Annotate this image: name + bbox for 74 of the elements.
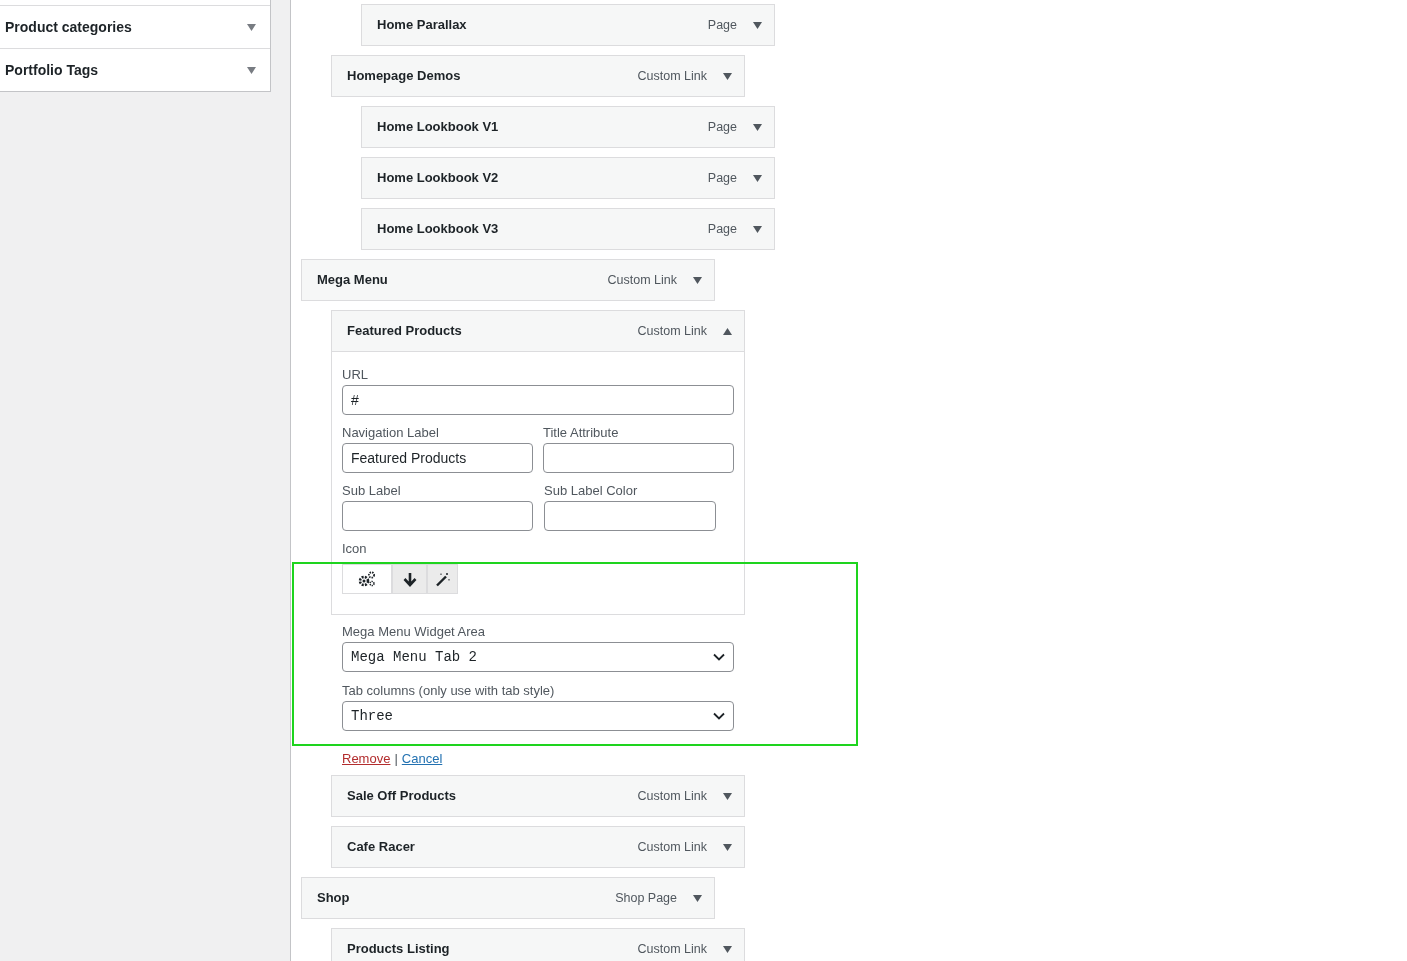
item-title: Cafe Racer [347, 838, 415, 857]
item-title: Home Lookbook V3 [377, 220, 499, 239]
toggle-arrow-icon[interactable] [723, 945, 732, 953]
menu-item-bar[interactable]: Home Lookbook V2 Page [361, 157, 775, 199]
item-type: Custom Link [637, 322, 707, 340]
select-field[interactable]: Three [342, 701, 734, 731]
item-type: Custom Link [637, 67, 707, 85]
down-arrow-icon [402, 571, 417, 587]
item-type: Custom Link [607, 271, 677, 289]
remove-link[interactable]: Remove [342, 751, 391, 767]
text-input[interactable]: Featured Products [342, 443, 533, 473]
magic-wand-icon [435, 571, 450, 587]
toggle-arrow-icon[interactable] [247, 23, 256, 31]
magic-wand-button[interactable] [427, 564, 458, 594]
item-title: Featured Products [347, 322, 462, 341]
download-arrow-button[interactable] [392, 564, 427, 594]
cancel-link[interactable]: Cancel [401, 751, 443, 767]
item-type: Custom Link [637, 940, 707, 958]
text-input[interactable] [543, 443, 734, 473]
gears-icon [358, 571, 376, 587]
toggle-arrow-icon[interactable] [723, 72, 732, 80]
item-type: Page [707, 220, 737, 238]
section-title[interactable]: Product categories [5, 16, 132, 38]
item-type: Page [707, 169, 737, 187]
item-title: Sale Off Products [347, 787, 457, 806]
text-input[interactable] [342, 501, 533, 531]
separator: | [394, 751, 398, 767]
section-title[interactable]: Portfolio Tags [5, 59, 99, 81]
toggle-arrow-icon[interactable] [247, 66, 256, 74]
menu-item-bar[interactable]: Cafe Racer Custom Link [331, 826, 745, 868]
menu-item-bar[interactable]: Featured Products Custom Link [331, 310, 745, 352]
icon-picker-button[interactable] [342, 564, 392, 594]
chevron-icon [713, 653, 725, 661]
item-title: Home Lookbook V2 [377, 169, 499, 188]
toggle-arrow-icon[interactable] [693, 894, 702, 902]
item-title: Shop [317, 889, 350, 908]
item-type: Page [707, 118, 737, 136]
item-title: Home Lookbook V1 [377, 118, 499, 137]
item-type: Page [707, 16, 737, 34]
select-field[interactable]: Mega Menu Tab 2 [342, 642, 734, 672]
text-input[interactable]: # [342, 385, 734, 415]
menu-item-bar[interactable]: Home Lookbook V1 Page [361, 106, 775, 148]
menu-item-bar[interactable]: Home Lookbook V3 Page [361, 208, 775, 250]
menu-item-bar[interactable]: Products Listing Custom Link [331, 928, 745, 961]
menu-item-bar[interactable]: Mega Menu Custom Link [301, 259, 715, 301]
toggle-arrow-icon[interactable] [753, 174, 762, 182]
field-label: Mega Menu Widget Area [342, 623, 487, 640]
item-title: Mega Menu [317, 271, 388, 290]
menu-item-bar[interactable]: Sale Off Products Custom Link [331, 775, 745, 817]
item-type: Custom Link [637, 787, 707, 805]
field-label: Tab columns (only use with tab style) [342, 682, 556, 699]
field-label: Sub Label Color [544, 482, 639, 499]
menu-item-bar[interactable]: Shop Shop Page [301, 877, 715, 919]
toggle-arrow-icon[interactable] [723, 327, 732, 335]
field-label: Icon [342, 540, 368, 557]
item-type: Shop Page [615, 889, 677, 907]
text-input[interactable] [544, 501, 716, 531]
toggle-arrow-icon[interactable] [753, 123, 762, 131]
menu-item-bar[interactable]: Home Parallax Page [361, 4, 775, 46]
field-label: Navigation Label [342, 424, 440, 441]
field-label: URL [342, 366, 369, 383]
field-label: Sub Label [342, 482, 402, 499]
item-title: Products Listing [347, 940, 450, 959]
toggle-arrow-icon[interactable] [753, 225, 762, 233]
item-type: Custom Link [637, 838, 707, 856]
item-title: Homepage Demos [347, 67, 461, 86]
item-title: Home Parallax [377, 16, 467, 35]
menu-item-bar[interactable]: Homepage Demos Custom Link [331, 55, 745, 97]
field-label: Title Attribute [543, 424, 620, 441]
toggle-arrow-icon[interactable] [723, 792, 732, 800]
chevron-icon [713, 712, 725, 720]
toggle-arrow-icon[interactable] [693, 276, 702, 284]
toggle-arrow-icon[interactable] [723, 843, 732, 851]
toggle-arrow-icon[interactable] [753, 21, 762, 29]
